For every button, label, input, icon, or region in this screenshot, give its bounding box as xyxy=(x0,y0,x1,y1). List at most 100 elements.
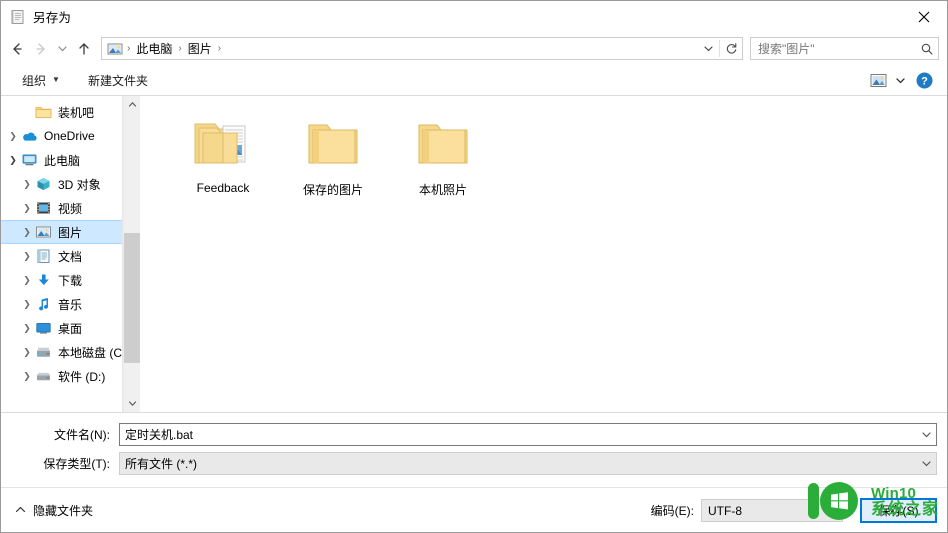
breadcrumb-separator-trailing[interactable]: › xyxy=(216,43,223,54)
filetype-select[interactable]: 所有文件 (*.*) xyxy=(119,452,937,475)
sidebar-item-label: 软件 (D:) xyxy=(58,369,106,384)
scroll-down-arrow-icon[interactable] xyxy=(124,395,141,412)
list-item[interactable]: 本机照片 xyxy=(388,108,498,212)
file-list-pane[interactable]: Feedback 保存的图片 本机照片 xyxy=(140,96,947,412)
save-as-dialog: 另存为 › 此电脑 › 图片 › 搜索"图片" 组织 ▼ 新建文件夹 ? 装机吧… xyxy=(0,0,948,533)
new-folder-button[interactable]: 新建文件夹 xyxy=(81,69,155,92)
folder-icon xyxy=(299,114,367,172)
pictures-folder-icon xyxy=(107,41,123,57)
scroll-up-arrow-icon[interactable] xyxy=(124,96,141,113)
drive-icon xyxy=(35,368,52,384)
dialog-body: › 装机吧 ❯ OneDrive ❯ xyxy=(1,96,947,413)
breadcrumb-item-pictures[interactable]: 图片 xyxy=(184,39,216,58)
search-box[interactable] xyxy=(750,37,939,60)
filetype-label: 保存类型(T): xyxy=(43,457,110,471)
sidebar-item-downloads[interactable]: ❯ 下载 xyxy=(1,268,140,292)
chevron-up-icon xyxy=(15,505,26,516)
chevron-right-icon[interactable]: ❯ xyxy=(5,128,21,144)
sidebar-item-label: 音乐 xyxy=(58,297,83,312)
chevron-right-icon[interactable]: ❯ xyxy=(19,320,35,336)
videos-icon xyxy=(35,200,52,216)
sidebar-item-local-disk-c[interactable]: ❯ 本地磁盘 (C:) xyxy=(1,340,140,364)
scrollbar-track[interactable] xyxy=(123,113,140,395)
chevron-right-icon[interactable]: ❯ xyxy=(19,296,35,312)
organize-button[interactable]: 组织 ▼ xyxy=(15,69,67,92)
filename-input[interactable]: 定时关机.bat xyxy=(119,423,937,446)
filename-row: 文件名(N): 定时关机.bat xyxy=(11,423,937,446)
chevron-right-icon[interactable]: ❯ xyxy=(19,248,35,264)
refresh-icon[interactable] xyxy=(720,38,742,59)
folder-icon xyxy=(35,104,52,120)
scrollbar-thumb[interactable] xyxy=(123,233,140,363)
filename-chevron-down-icon[interactable] xyxy=(917,429,936,440)
chevron-down-icon: ▼ xyxy=(52,75,60,84)
filetype-chevron-down-icon[interactable] xyxy=(917,458,936,469)
navigation-tree: › 装机吧 ❯ OneDrive ❯ xyxy=(1,96,140,412)
list-item-label: Feedback xyxy=(196,181,250,195)
encoding-chevron-down-icon[interactable] xyxy=(831,504,842,518)
list-item-label: 保存的图片 xyxy=(302,183,363,197)
encoding-label: 编码(E): xyxy=(650,504,694,518)
sidebar-item-videos[interactable]: ❯ 视频 xyxy=(1,196,140,220)
view-mode-chevron-down-icon[interactable] xyxy=(891,69,909,91)
breadcrumb-separator: › xyxy=(178,43,182,54)
up-button[interactable] xyxy=(72,37,96,61)
sidebar-item-desktop[interactable]: ❯ 桌面 xyxy=(1,316,140,340)
organize-label: 组织 xyxy=(22,73,47,88)
search-icon[interactable] xyxy=(916,42,938,56)
sidebar-item-label: 图片 xyxy=(58,225,83,240)
sidebar-item-label: 装机吧 xyxy=(58,105,95,120)
sidebar-item-label: 桌面 xyxy=(58,321,83,336)
chevron-right-icon[interactable]: ❯ xyxy=(19,176,35,192)
chevron-right-icon[interactable]: ❯ xyxy=(19,344,35,360)
3d-objects-icon xyxy=(35,176,52,192)
view-mode-icon[interactable] xyxy=(865,69,891,91)
sidebar-item-documents[interactable]: ❯ 文档 xyxy=(1,244,140,268)
dialog-footer: 隐藏文件夹 编码(E): UTF-8 保存(S) xyxy=(1,488,947,532)
sidebar-item-onedrive[interactable]: ❯ OneDrive xyxy=(1,124,140,148)
breadcrumb: › 此电脑 › 图片 › xyxy=(102,39,697,58)
forward-button[interactable] xyxy=(29,37,53,61)
save-button[interactable]: 保存(S) xyxy=(860,498,937,523)
chevron-right-icon[interactable]: ❯ xyxy=(19,224,35,240)
sidebar-item-software-d[interactable]: ❯ 软件 (D:) xyxy=(1,364,140,388)
chevron-down-icon[interactable]: ❯ xyxy=(5,152,21,168)
list-item[interactable]: Feedback xyxy=(168,108,278,212)
hide-folders-button[interactable]: 隐藏文件夹 xyxy=(15,502,93,519)
filename-value: 定时关机.bat xyxy=(125,428,194,442)
new-folder-label: 新建文件夹 xyxy=(87,73,148,88)
chevron-right-icon[interactable]: ❯ xyxy=(19,200,35,216)
list-item-label: 本机照片 xyxy=(418,183,467,197)
folder-with-contents-icon xyxy=(189,114,257,172)
this-pc-icon xyxy=(21,152,38,168)
chevron-right-icon: › xyxy=(19,104,35,120)
onedrive-icon xyxy=(21,128,38,144)
sidebar-item-music[interactable]: ❯ 音乐 xyxy=(1,292,140,316)
svg-text:?: ? xyxy=(921,75,928,87)
search-input[interactable] xyxy=(751,41,916,56)
address-bar[interactable]: › 此电脑 › 图片 › xyxy=(101,37,743,60)
help-button[interactable]: ? xyxy=(909,72,939,89)
title-bar: 另存为 xyxy=(1,1,947,32)
chevron-right-icon[interactable]: ❯ xyxy=(19,272,35,288)
sidebar-item-zhuangjiba[interactable]: › 装机吧 xyxy=(1,100,140,124)
encoding-select[interactable]: UTF-8 xyxy=(701,499,843,522)
chevron-right-icon[interactable]: ❯ xyxy=(19,368,35,384)
sidebar-item-label: 文档 xyxy=(58,249,83,264)
close-icon[interactable] xyxy=(901,1,947,32)
breadcrumb-item-this-pc[interactable]: 此电脑 xyxy=(132,39,176,58)
sidebar-item-label: OneDrive xyxy=(44,129,95,143)
sidebar-item-3d-objects[interactable]: ❯ 3D 对象 xyxy=(1,172,140,196)
recent-locations-chevron-down-icon[interactable] xyxy=(53,37,72,61)
local-disk-icon xyxy=(35,344,52,360)
back-button[interactable] xyxy=(5,37,29,61)
sidebar-item-label: 3D 对象 xyxy=(58,177,101,192)
sidebar-scrollbar[interactable] xyxy=(123,96,140,412)
sidebar-item-this-pc[interactable]: ❯ 此电脑 xyxy=(1,148,140,172)
sidebar-item-label: 视频 xyxy=(58,201,83,216)
address-dropdown-chevron-down-icon[interactable] xyxy=(697,38,719,59)
notepad-icon xyxy=(10,9,26,25)
sidebar-item-pictures[interactable]: ❯ 图片 xyxy=(1,220,140,244)
list-item[interactable]: 保存的图片 xyxy=(278,108,388,212)
folder-icon xyxy=(409,114,477,172)
